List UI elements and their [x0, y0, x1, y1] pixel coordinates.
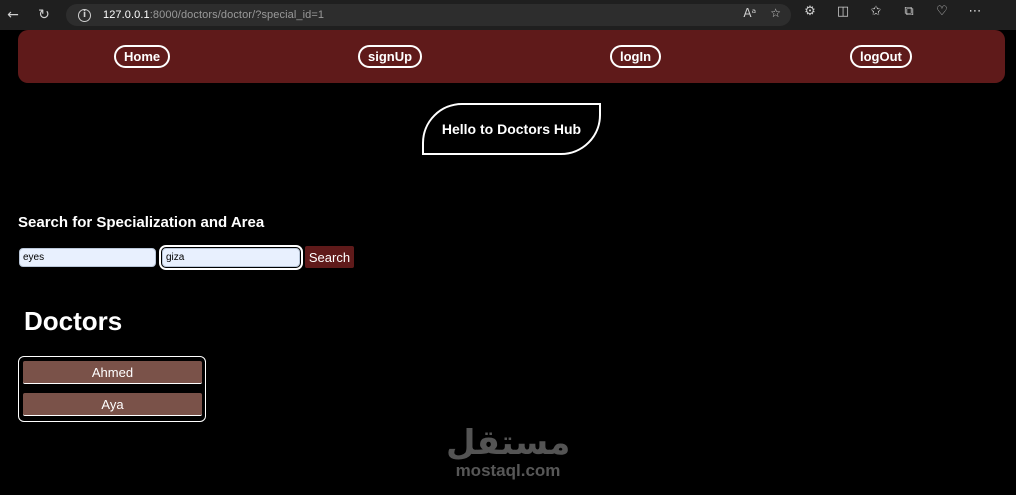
search-button[interactable]: Search	[305, 246, 354, 268]
hero-title: Hello to Doctors Hub	[422, 103, 601, 155]
doctor-item-ahmed[interactable]: Ahmed	[23, 361, 202, 384]
doctors-heading: Doctors	[24, 306, 123, 336]
favorites-icon[interactable]: ✩	[866, 4, 886, 19]
back-icon[interactable]: ←	[0, 4, 26, 26]
area-input[interactable]	[159, 245, 303, 270]
read-aloud-icon[interactable]: Aᵃ	[743, 6, 756, 20]
nav-login-link[interactable]: logIn	[610, 45, 662, 68]
refresh-icon[interactable]: ↻	[31, 4, 57, 26]
extensions-icon[interactable]: ⚙	[800, 4, 820, 19]
site-navbar: Home signUp logIn logOut	[18, 30, 1005, 83]
mostaql-watermark: مستقل mostaql.com	[446, 425, 570, 481]
watermark-arabic: مستقل	[446, 423, 571, 463]
address-bar[interactable]: i 127.0.0.1:8000/doctors/doctor/?special…	[66, 4, 791, 26]
nav-logout-link[interactable]: logOut	[850, 45, 912, 68]
doctor-list: Ahmed Aya	[18, 356, 206, 422]
nav-signup-link[interactable]: signUp	[358, 45, 423, 68]
favorite-star-icon[interactable]: ☆	[770, 6, 781, 20]
browser-essentials-icon[interactable]: ♡	[932, 4, 952, 19]
collections-icon[interactable]: ⧉	[899, 4, 919, 19]
browser-toolbar: ← ↻ i 127.0.0.1:8000/doctors/doctor/?spe…	[0, 0, 1016, 30]
split-screen-icon[interactable]: ◫	[833, 4, 853, 19]
more-menu-icon[interactable]: ⋯	[965, 4, 985, 19]
doctor-item-aya[interactable]: Aya	[23, 393, 202, 416]
nav-home-link[interactable]: Home	[114, 45, 171, 68]
url-text: 127.0.0.1:8000/doctors/doctor/?special_i…	[103, 9, 325, 21]
site-info-icon[interactable]: i	[78, 8, 91, 22]
specialization-input[interactable]	[19, 248, 156, 267]
watermark-latin: mostaql.com	[455, 461, 561, 480]
search-heading: Search for Specialization and Area	[18, 214, 265, 231]
